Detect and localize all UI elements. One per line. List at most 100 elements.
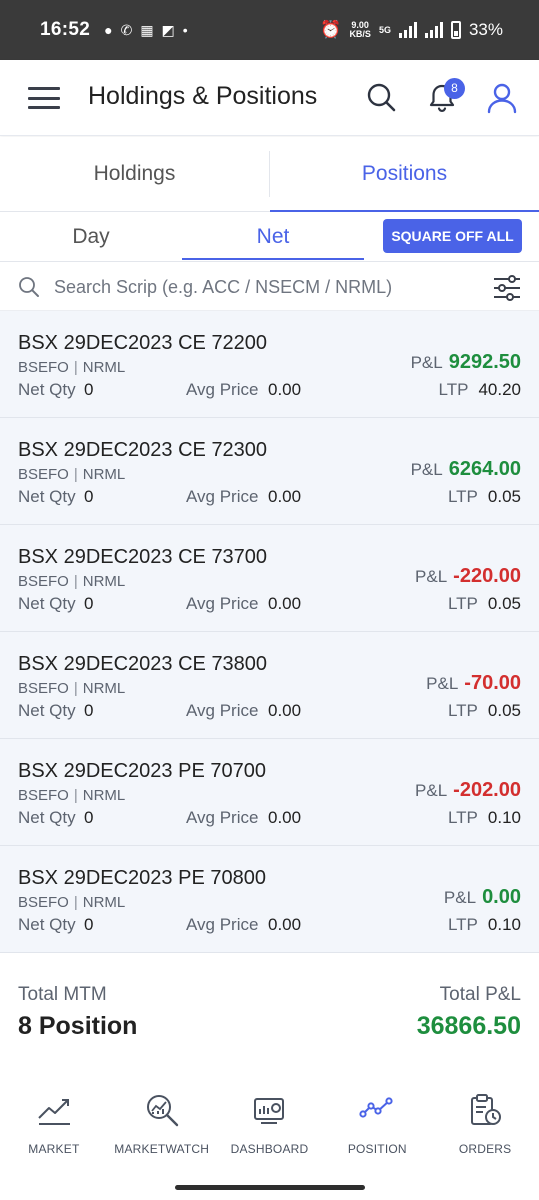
main-tabs: Holdings Positions bbox=[0, 137, 539, 212]
avg-price-value: 0.00 bbox=[268, 380, 302, 399]
pnl: P&L 0.00 bbox=[443, 886, 521, 908]
position-name: BSX 29DEC2023 PE 70700 bbox=[18, 760, 266, 782]
position-exchange: BSEFO | NRML bbox=[18, 573, 126, 590]
tab-positions[interactable]: Positions bbox=[270, 137, 539, 212]
net-qty-value: 0 bbox=[84, 380, 94, 399]
notification-icons: ● ✆ ▦ ◩ • bbox=[104, 22, 188, 39]
net-qty-value: 0 bbox=[84, 594, 94, 613]
ltp-value: 40.20 bbox=[478, 380, 521, 399]
positions-list: BSX 29DEC2023 CE 72200 BSEFO | NRML Net Qt… bbox=[0, 311, 539, 953]
position-count: 8 Position bbox=[18, 1012, 138, 1040]
net-qty-label: Net Qty bbox=[18, 701, 76, 720]
pnl: P&L -202.00 bbox=[415, 779, 521, 801]
chat-bubble-icon: ● bbox=[104, 22, 113, 38]
net-speed: 9.00 KB/S bbox=[349, 20, 371, 39]
position-exchange: BSEFO | NRML bbox=[18, 680, 126, 697]
position-exchange: BSEFO | NRML bbox=[18, 787, 126, 804]
pnl-value: -220.00 bbox=[453, 565, 521, 587]
avg-price-value: 0.00 bbox=[268, 594, 302, 613]
position-row[interactable]: BSX 29DEC2023 CE 72200 BSEFO | NRML Net Qt… bbox=[0, 311, 539, 418]
ltp: LTP 0.10 bbox=[447, 808, 521, 827]
ltp-value: 0.05 bbox=[487, 594, 521, 613]
avg-price-value: 0.00 bbox=[268, 808, 302, 827]
avg-price-label: Avg Price bbox=[186, 487, 259, 506]
battery-percent: 33% bbox=[468, 20, 503, 39]
net-qty-label: Net Qty bbox=[18, 915, 76, 934]
search-scrip-icon bbox=[19, 277, 39, 297]
app-header: Holdings & Positions 8 bbox=[0, 60, 539, 136]
position-row[interactable]: BSX 29DEC2023 CE 72300 BSEFO | NRML Net Qt… bbox=[0, 418, 539, 525]
position-exchange: BSEFO | NRML bbox=[18, 359, 126, 376]
ltp: LTP 0.05 bbox=[447, 487, 521, 506]
net-qty-label: Net Qty bbox=[18, 487, 76, 506]
position-line-icon bbox=[359, 1097, 393, 1118]
notifications-button[interactable]: 8 bbox=[426, 78, 465, 114]
net-qty-label: Net Qty bbox=[18, 380, 76, 399]
notification-badge: 8 bbox=[444, 78, 465, 99]
nav-market-label: MARKET bbox=[28, 1142, 80, 1156]
position-exchange: BSEFO | NRML bbox=[18, 894, 126, 911]
position-name: BSX 29DEC2023 CE 73700 bbox=[18, 546, 268, 568]
total-pnl-label: Total P&L bbox=[439, 984, 521, 1005]
ltp-value: 0.05 bbox=[487, 701, 521, 720]
position-row[interactable]: BSX 29DEC2023 PE 70700 BSEFO | NRML Net Qt… bbox=[0, 739, 539, 846]
position-row[interactable]: BSX 29DEC2023 CE 73700 BSEFO | NRML Net Qt… bbox=[0, 525, 539, 632]
status-right: ⏰ 9.00 KB/S 5G 33% bbox=[320, 20, 503, 40]
position-row[interactable]: BSX 29DEC2023 CE 73800 BSEFO | NRML Net Qt… bbox=[0, 632, 539, 739]
nav-orders[interactable]: ORDERS bbox=[431, 1080, 539, 1170]
hamburger-menu-icon[interactable] bbox=[28, 87, 60, 109]
calendar-icon: ▦ bbox=[140, 21, 154, 38]
gesture-bar[interactable] bbox=[175, 1185, 365, 1190]
nav-market[interactable]: MARKET bbox=[0, 1080, 108, 1170]
position-row[interactable]: BSX 29DEC2023 PE 70800 BSEFO | NRML Net Qt… bbox=[0, 846, 539, 953]
status-time: 16:52 bbox=[40, 19, 91, 40]
search-icon[interactable] bbox=[365, 82, 397, 114]
position-name: BSX 29DEC2023 CE 72300 bbox=[18, 439, 268, 461]
pnl-value: 0.00 bbox=[482, 886, 521, 908]
app-notification-icon: ◩ bbox=[161, 21, 175, 38]
battery-icon bbox=[450, 21, 461, 39]
position-name: BSX 29DEC2023 CE 72200 bbox=[18, 332, 268, 354]
avg-price-value: 0.00 bbox=[268, 701, 302, 720]
search-scrip-input[interactable] bbox=[54, 272, 474, 302]
avg-price-label: Avg Price bbox=[186, 915, 259, 934]
filter-sliders-icon[interactable] bbox=[492, 273, 522, 303]
ltp-value: 0.05 bbox=[487, 487, 521, 506]
position-name: BSX 29DEC2023 PE 70800 bbox=[18, 867, 266, 889]
avg-price-label: Avg Price bbox=[186, 808, 259, 827]
ltp: LTP 0.05 bbox=[447, 594, 521, 613]
avg-price-label: Avg Price bbox=[186, 380, 259, 399]
summary-panel: Total MTM 8 Position Total P&L 36866.50 bbox=[0, 960, 539, 1055]
signal-icon bbox=[398, 22, 417, 38]
trend-chart-icon bbox=[38, 1099, 70, 1125]
magnify-chart-icon bbox=[146, 1095, 178, 1127]
square-off-all-button[interactable]: SQUARE OFF ALL bbox=[383, 219, 522, 253]
total-mtm-label: Total MTM bbox=[18, 984, 107, 1005]
ltp: LTP 0.10 bbox=[447, 915, 521, 934]
subtab-net[interactable]: Net bbox=[182, 212, 364, 262]
net-qty-value: 0 bbox=[84, 701, 94, 720]
tab-holdings[interactable]: Holdings bbox=[0, 137, 269, 211]
pnl: P&L -220.00 bbox=[415, 565, 521, 587]
subtab-day[interactable]: Day bbox=[0, 212, 182, 262]
status-bar: 16:52 ● ✆ ▦ ◩ • ⏰ 9.00 KB/S 5G 33% bbox=[0, 0, 539, 60]
pnl: P&L 9292.50 bbox=[410, 351, 521, 373]
ltp: LTP 40.20 bbox=[438, 380, 521, 399]
nav-orders-label: ORDERS bbox=[458, 1142, 512, 1156]
nav-marketwatch-label: MARKETWATCH bbox=[114, 1142, 210, 1156]
pnl-value: -70.00 bbox=[464, 672, 521, 694]
net-qty-value: 0 bbox=[84, 808, 94, 827]
position-exchange: BSEFO | NRML bbox=[18, 466, 126, 483]
orders-clipboard-icon bbox=[471, 1094, 502, 1125]
ltp-value: 0.10 bbox=[487, 915, 521, 934]
nav-dashboard[interactable]: DASHBOARD bbox=[216, 1080, 324, 1170]
pnl: P&L -70.00 bbox=[426, 672, 521, 694]
nav-marketwatch[interactable]: MARKETWATCH bbox=[108, 1080, 216, 1170]
net-qty-label: Net Qty bbox=[18, 594, 76, 613]
bottom-nav: MARKET MARKETWATCH DASHBOARD POSITION OR… bbox=[0, 1080, 539, 1170]
user-profile-icon[interactable] bbox=[486, 82, 518, 114]
network-type: 5G bbox=[378, 25, 391, 35]
dashboard-icon bbox=[254, 1098, 285, 1124]
nav-position[interactable]: POSITION bbox=[323, 1080, 431, 1170]
phone-icon: ✆ bbox=[120, 21, 133, 38]
